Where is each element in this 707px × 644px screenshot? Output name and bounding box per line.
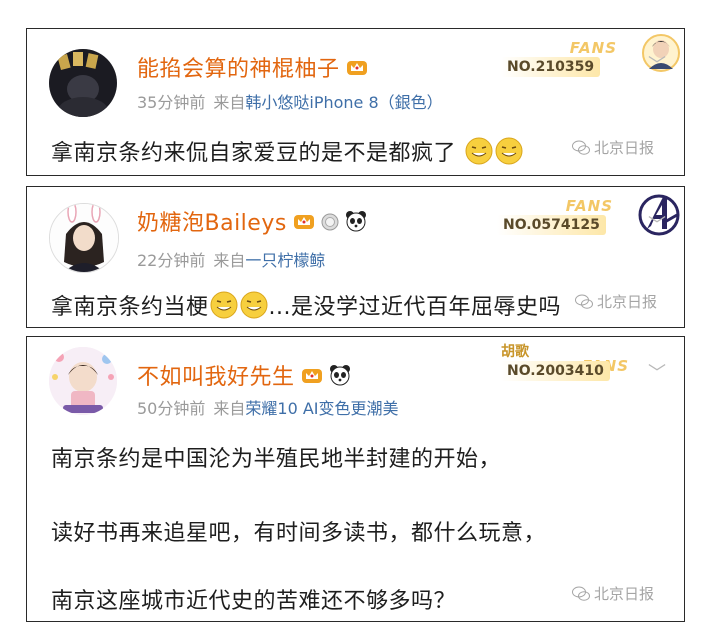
avatar[interactable] <box>49 203 119 273</box>
source-prefix: 来自 <box>213 399 246 418</box>
username[interactable]: 能掐会算的神棍柚子 <box>137 51 368 83</box>
fans-number: NO.210359 <box>501 57 601 77</box>
panda-icon <box>329 365 350 386</box>
comment-line-3: 南京这座城市近代史的苦难还不够多吗？ <box>51 589 457 614</box>
comment-card-1: 能掐会算的神棍柚子 35分钟前 来自韩小悠哒iPhone 8（銀色） FANS N… <box>26 28 685 176</box>
username[interactable]: 不如叫我好先生 <box>137 359 351 391</box>
chevron-down-icon[interactable]: ﹀ <box>648 211 666 237</box>
fans-badge[interactable]: 胡歌 FANS NO.2003410 <box>497 341 647 391</box>
watermark-text: 北京日报 <box>594 139 655 157</box>
comment-line-2: 读好书再来追星吧，有时间多读书，都什么玩意， <box>51 521 547 546</box>
panda-icon <box>345 211 366 232</box>
grin-emoji-icon <box>495 137 523 165</box>
fans-label: FANS <box>569 39 617 57</box>
username-text[interactable]: 不如叫我好先生 <box>137 359 295 391</box>
username[interactable]: 奶糖泡Baileys <box>137 205 367 237</box>
comment-body: 拿南京条约来侃自家爱豆的是不是都疯了 <box>51 141 457 166</box>
comment-body-part1: 拿南京条约当梗 <box>51 295 209 320</box>
watermark: 北京日报 <box>575 291 657 312</box>
grin-emoji-icon <box>240 291 268 319</box>
timestamp: 22分钟前 <box>137 251 206 270</box>
watermark-text: 北京日报 <box>594 585 655 603</box>
wechat-icon <box>572 586 590 601</box>
watermark: 北京日报 <box>572 137 654 158</box>
username-text[interactable]: 奶糖泡Baileys <box>137 205 287 237</box>
comment-meta: 50分钟前 来自荣耀10 AI变色更潮美 <box>137 395 399 419</box>
username-text[interactable]: 能掐会算的神棍柚子 <box>137 51 340 83</box>
chevron-down-icon[interactable]: ﹀ <box>648 51 666 77</box>
comment-text: 拿南京条约来侃自家爱豆的是不是都疯了 <box>51 135 524 167</box>
fans-number: NO.0574125 <box>497 215 606 235</box>
medal-icon <box>321 213 339 231</box>
fans-badge[interactable]: FANS NO.210359 <box>497 34 680 83</box>
comment-line-1: 南京条约是中国沦为半殖民地半封建的开始， <box>51 447 502 472</box>
timestamp: 50分钟前 <box>137 399 206 418</box>
source-prefix: 来自 <box>213 251 246 270</box>
device-link[interactable]: 一只柠檬鲸 <box>245 251 325 270</box>
comment-meta: 35分钟前 来自韩小悠哒iPhone 8（銀色） <box>137 89 443 113</box>
watermark: 北京日报 <box>572 583 654 604</box>
crown-icon <box>293 215 314 229</box>
source-prefix: 来自 <box>213 93 246 112</box>
device-link[interactable]: 荣耀10 AI变色更潮美 <box>245 399 398 418</box>
avatar[interactable] <box>49 49 117 117</box>
comment-card-2: 奶糖泡Baileys 22分钟前 来自一只柠檬鲸 FANS NO.0574125 … <box>26 186 685 328</box>
watermark-text: 北京日报 <box>597 293 658 311</box>
chevron-down-icon[interactable]: ﹀ <box>648 359 666 385</box>
wechat-icon <box>575 294 593 309</box>
fans-number: NO.2003410 <box>501 361 610 381</box>
fans-label: FANS <box>565 197 613 215</box>
comment-body-part2: ...是没学过近代百年屈辱史吗 <box>268 295 561 320</box>
grin-emoji-icon <box>465 137 493 165</box>
crown-icon <box>301 369 322 383</box>
wechat-icon <box>572 140 590 155</box>
grin-emoji-icon <box>210 291 238 319</box>
comment-card-3: 不如叫我好先生 50分钟前来自荣耀10 AI变色更潮美 胡歌 FANS NO.2… <box>26 336 685 622</box>
timestamp: 35分钟前 <box>137 93 206 112</box>
fans-top-name: 胡歌 <box>501 344 529 360</box>
device-link[interactable]: 韩小悠哒iPhone 8（銀色） <box>245 93 442 112</box>
fans-badge[interactable]: FANS NO.0574125 <box>493 194 680 241</box>
comment-text: 拿南京条约当梗 ...是没学过近代百年屈辱史吗 <box>51 289 561 321</box>
comment-meta: 22分钟前 来自一只柠檬鲸 <box>137 247 325 271</box>
crown-icon <box>346 61 367 75</box>
avatar[interactable] <box>49 347 117 415</box>
